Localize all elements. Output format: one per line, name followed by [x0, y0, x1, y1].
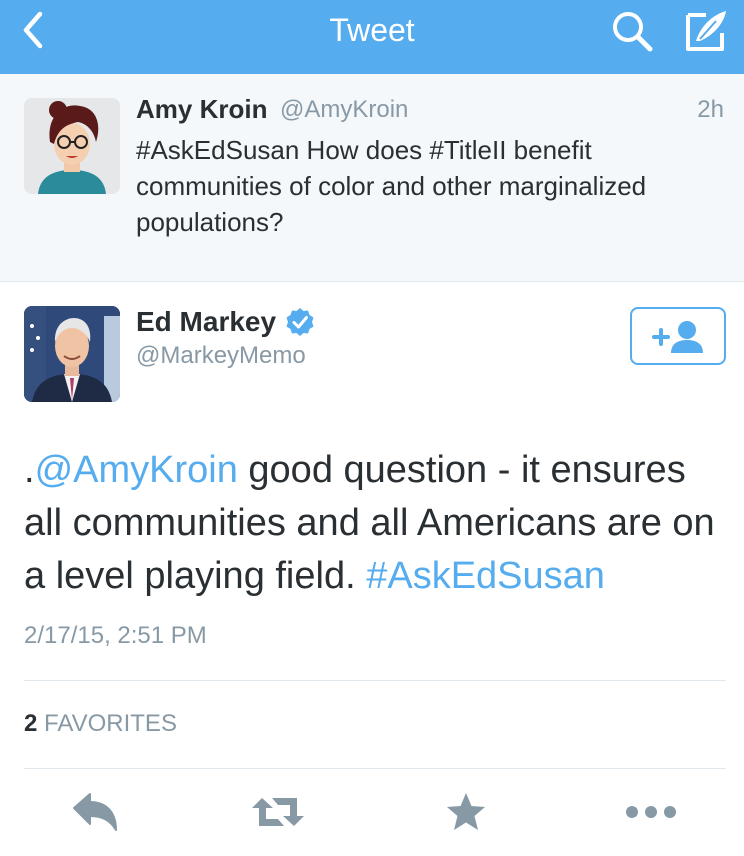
- follow-button[interactable]: [630, 307, 726, 365]
- tweet-text: #AskEdSusan How does #TitleII benefit co…: [136, 135, 647, 237]
- reply-icon: [73, 793, 117, 831]
- more-icon: [626, 806, 676, 818]
- avatar[interactable]: [24, 98, 120, 194]
- favorites-label: FAVORITES: [44, 710, 177, 737]
- retweet-icon: [252, 798, 304, 826]
- author-handle[interactable]: @AmyKroin: [280, 96, 408, 124]
- reply-button[interactable]: [70, 790, 120, 834]
- tweet-timestamp: 2h: [697, 96, 724, 123]
- search-button[interactable]: [608, 7, 656, 55]
- navigation-bar: Tweet: [0, 0, 744, 74]
- favorites-count[interactable]: 2 FAVORITES: [24, 710, 177, 738]
- follow-user-icon: [652, 321, 703, 353]
- retweet-button[interactable]: [250, 790, 306, 834]
- divider: [24, 768, 726, 769]
- avatar[interactable]: [24, 306, 120, 402]
- tweet-text: .@AmyKroin good question - it ensures al…: [24, 444, 734, 603]
- favorite-button[interactable]: [444, 790, 488, 834]
- author-name[interactable]: Ed Markey: [136, 306, 276, 338]
- author-handle[interactable]: @MarkeyMemo: [136, 342, 306, 370]
- search-icon: [613, 12, 653, 52]
- verified-badge-icon: [286, 308, 314, 336]
- author-name[interactable]: Amy Kroin: [136, 94, 267, 125]
- star-icon: [447, 793, 485, 830]
- parent-tweet[interactable]: Amy Kroin @AmyKroin 2h #AskEdSusan How d…: [0, 74, 744, 282]
- favorites-number: 2: [24, 710, 38, 737]
- more-button[interactable]: [624, 790, 678, 834]
- compose-button[interactable]: [682, 5, 732, 55]
- hashtag-link[interactable]: #AskEdSusan: [366, 555, 605, 597]
- divider: [24, 680, 726, 681]
- mention-link[interactable]: @AmyKroin: [35, 449, 238, 491]
- tweet-date: 2/17/15, 2:51 PM: [24, 622, 207, 649]
- tweet-text-prefix: .: [24, 449, 35, 491]
- compose-icon: [686, 11, 726, 51]
